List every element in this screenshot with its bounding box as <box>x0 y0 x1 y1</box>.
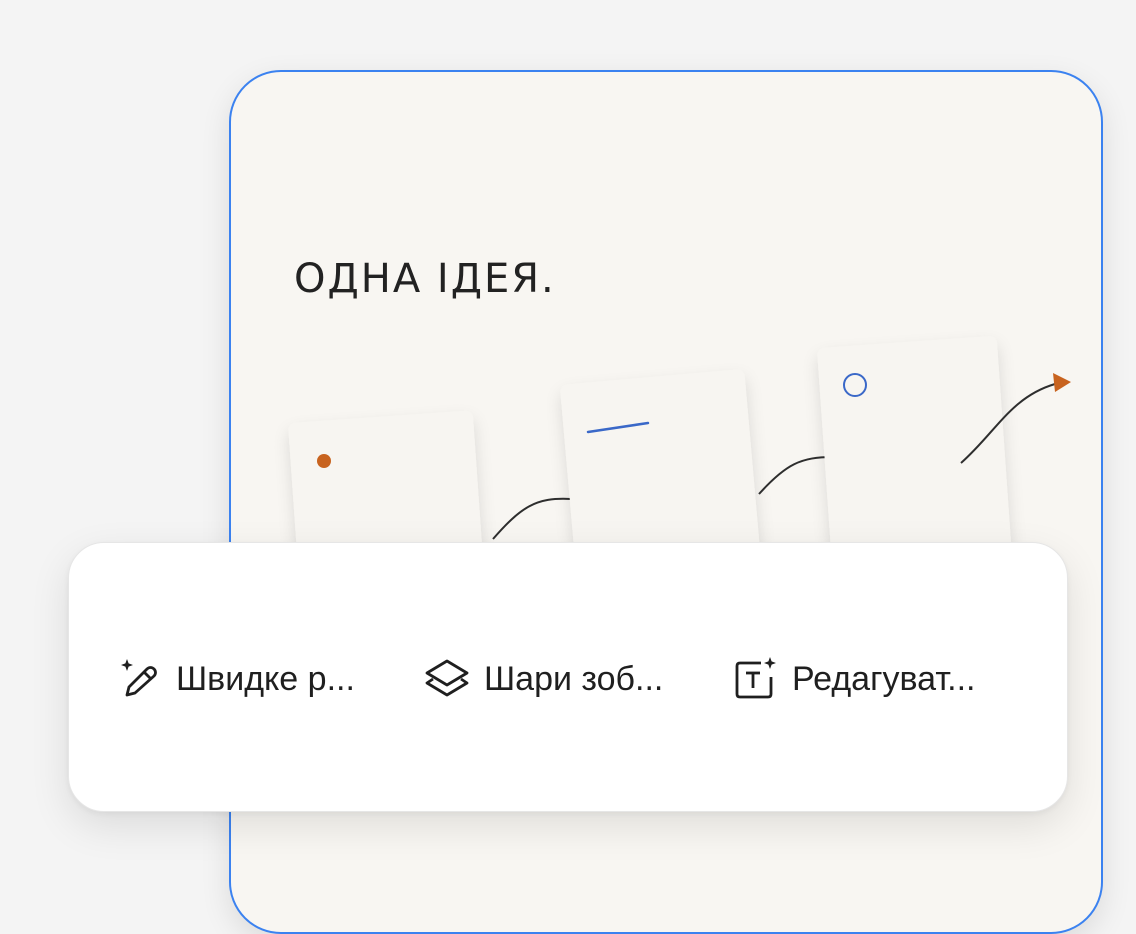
image-layers-button[interactable]: Шари зоб... <box>423 653 663 705</box>
layers-icon <box>423 655 471 703</box>
image-layers-label: Шари зоб... <box>484 659 664 698</box>
edit-text-button[interactable]: Редагуват... <box>731 653 975 705</box>
connector-curve-icon <box>492 497 572 540</box>
text-sparkle-icon <box>731 655 779 703</box>
quick-actions-toolbar: Швидке р... Шари зоб... Редагуват... <box>68 542 1068 812</box>
edit-text-label: Редагуват... <box>792 659 976 698</box>
connector-curve-icon <box>758 456 834 495</box>
sparkle-pencil-icon <box>115 655 163 703</box>
orange-arrow-icon <box>1053 373 1071 392</box>
quick-edit-label: Швидке р... <box>176 659 355 698</box>
orange-dot-icon <box>317 454 331 468</box>
quick-edit-button[interactable]: Швидке р... <box>115 653 355 705</box>
